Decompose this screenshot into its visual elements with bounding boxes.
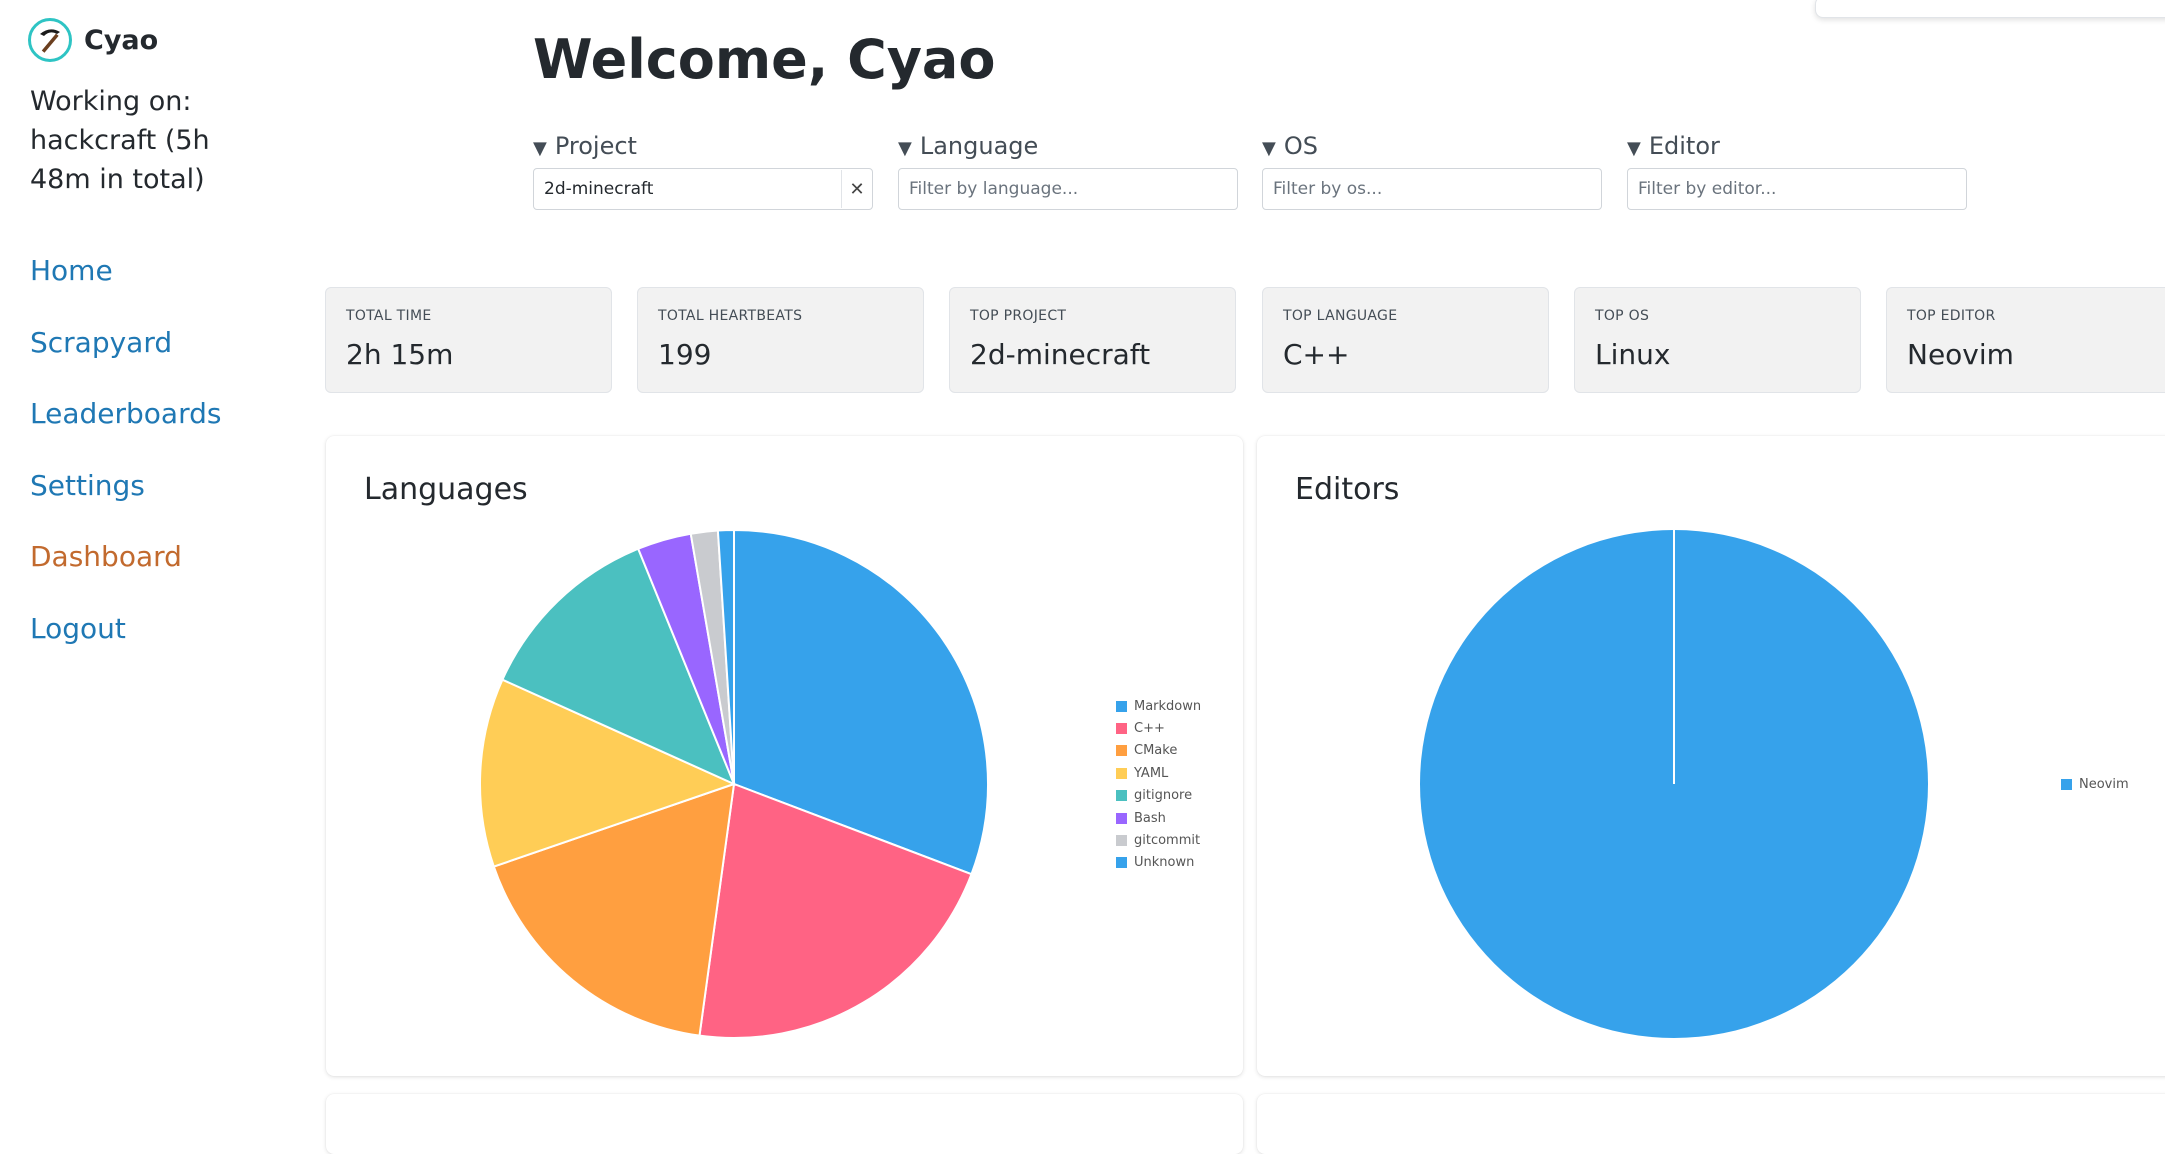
stat-label: TOP EDITOR bbox=[1907, 308, 1996, 324]
stat-top-os: TOP OS Linux bbox=[1574, 287, 1861, 393]
legend-item-unknown[interactable]: Unknown bbox=[1116, 852, 1201, 874]
nav-scrapyard[interactable]: Scrapyard bbox=[30, 322, 221, 394]
triangle-down-icon: ▼ bbox=[1627, 138, 1641, 159]
lower-card-left bbox=[326, 1094, 1243, 1154]
legend-label: Markdown bbox=[1134, 698, 1202, 714]
stat-label: TOP OS bbox=[1595, 308, 1650, 324]
legend-label: Bash bbox=[1134, 810, 1166, 826]
triangle-down-icon: ▼ bbox=[533, 138, 547, 159]
brand[interactable]: Cyao bbox=[28, 18, 158, 62]
languages-card: Languages Markdown C++ CMake YAML gitignore B… bbox=[326, 436, 1243, 1076]
stat-value: C++ bbox=[1283, 338, 1350, 371]
legend-item-yaml[interactable]: YAML bbox=[1116, 762, 1201, 784]
page-title: Welcome, Cyao bbox=[533, 28, 996, 91]
language-filter-input[interactable] bbox=[899, 170, 1237, 208]
stat-total-time: TOTAL TIME 2h 15m bbox=[325, 287, 612, 393]
stat-value: 199 bbox=[658, 338, 712, 371]
legend-swatch bbox=[1116, 835, 1127, 847]
nav-dashboard[interactable]: Dashboard bbox=[30, 536, 221, 608]
legend-label: gitcommit bbox=[1134, 833, 1201, 849]
legend-swatch bbox=[1116, 857, 1127, 869]
legend-item-gitignore[interactable]: gitignore bbox=[1116, 785, 1201, 807]
stat-value: 2h 15m bbox=[346, 338, 454, 371]
lower-card-right bbox=[1257, 1094, 2165, 1154]
languages-pie-chart bbox=[479, 528, 989, 1039]
legend-swatch bbox=[1116, 767, 1127, 779]
filter-language-label: Language bbox=[919, 132, 1039, 160]
stat-top-project: TOP PROJECT 2d-minecraft bbox=[949, 287, 1236, 393]
os-filter-input[interactable] bbox=[1263, 170, 1601, 208]
editor-filter-input[interactable] bbox=[1628, 170, 1966, 208]
filter-project-box: ✕ bbox=[533, 168, 873, 210]
clear-project-icon[interactable]: ✕ bbox=[841, 170, 872, 208]
legend-label: YAML bbox=[1134, 765, 1169, 781]
working-on-status: Working on: hackcraft (5h 48m in total) bbox=[30, 86, 210, 195]
stat-value: 2d-minecraft bbox=[970, 338, 1151, 371]
editors-card: Editors Neovim bbox=[1257, 436, 2165, 1076]
legend-label: Neovim bbox=[2079, 776, 2129, 792]
stat-label: TOTAL HEARTBEATS bbox=[658, 308, 803, 324]
filter-os-toggle[interactable]: ▼ OS bbox=[1262, 128, 1602, 164]
legend-item-neovim[interactable]: Neovim bbox=[2061, 773, 2129, 795]
legend-item-markdown[interactable]: Markdown bbox=[1116, 695, 1201, 717]
nav-settings[interactable]: Settings bbox=[30, 465, 221, 537]
stat-value: Neovim bbox=[1907, 338, 2014, 371]
legend-swatch bbox=[1116, 723, 1127, 735]
stat-label: TOTAL TIME bbox=[346, 308, 432, 324]
legend-label: CMake bbox=[1134, 743, 1178, 759]
filter-os: ▼ OS bbox=[1262, 128, 1602, 210]
legend-item-cmake[interactable]: CMake bbox=[1116, 740, 1201, 762]
sidebar-nav: Home Scrapyard Leaderboards Settings Das… bbox=[30, 250, 221, 679]
filter-editor: ▼ Editor bbox=[1627, 128, 1967, 210]
legend-label: Unknown bbox=[1134, 855, 1195, 871]
stat-top-language: TOP LANGUAGE C++ bbox=[1262, 287, 1549, 393]
legend-swatch bbox=[1116, 745, 1127, 757]
top-popup bbox=[1815, 0, 2165, 18]
filter-os-box bbox=[1262, 168, 1602, 210]
filter-editor-toggle[interactable]: ▼ Editor bbox=[1627, 128, 1967, 164]
nav-logout[interactable]: Logout bbox=[30, 608, 221, 680]
stat-value: Linux bbox=[1595, 338, 1671, 371]
nav-home[interactable]: Home bbox=[30, 250, 221, 322]
filter-project-toggle[interactable]: ▼ Project bbox=[533, 128, 873, 164]
filter-editor-label: Editor bbox=[1648, 132, 1720, 160]
filter-editor-box bbox=[1627, 168, 1967, 210]
languages-legend: Markdown C++ CMake YAML gitignore Bash gitcomm… bbox=[1116, 695, 1201, 874]
legend-label: gitignore bbox=[1134, 788, 1193, 804]
filter-project-label: Project bbox=[554, 132, 637, 160]
stat-top-editor: TOP EDITOR Neovim bbox=[1886, 287, 2165, 393]
filter-language-box bbox=[898, 168, 1238, 210]
legend-swatch bbox=[1116, 812, 1127, 824]
legend-swatch bbox=[1116, 790, 1127, 802]
legend-item-bash[interactable]: Bash bbox=[1116, 807, 1201, 829]
legend-swatch bbox=[2061, 778, 2072, 790]
filter-language-toggle[interactable]: ▼ Language bbox=[898, 128, 1238, 164]
stat-total-heartbeats: TOTAL HEARTBEATS 199 bbox=[637, 287, 924, 393]
legend-swatch bbox=[1116, 700, 1127, 712]
legend-item-c[interactable]: C++ bbox=[1116, 717, 1201, 739]
legend-item-gitcommit[interactable]: gitcommit bbox=[1116, 829, 1201, 851]
stat-label: TOP LANGUAGE bbox=[1283, 308, 1398, 324]
stat-label: TOP PROJECT bbox=[970, 308, 1067, 324]
triangle-down-icon: ▼ bbox=[1262, 138, 1276, 159]
triangle-down-icon: ▼ bbox=[898, 138, 912, 159]
legend-label: C++ bbox=[1134, 721, 1165, 737]
pickaxe-logo-icon bbox=[28, 18, 72, 62]
filter-project: ▼ Project ✕ bbox=[533, 128, 873, 210]
project-filter-input[interactable] bbox=[534, 170, 841, 208]
filter-language: ▼ Language bbox=[898, 128, 1238, 210]
brand-name: Cyao bbox=[84, 24, 159, 56]
editors-pie-chart bbox=[1420, 530, 1928, 1038]
editors-legend: Neovim bbox=[2061, 773, 2129, 795]
nav-leaderboards[interactable]: Leaderboards bbox=[30, 393, 221, 465]
filter-os-label: OS bbox=[1283, 132, 1318, 160]
